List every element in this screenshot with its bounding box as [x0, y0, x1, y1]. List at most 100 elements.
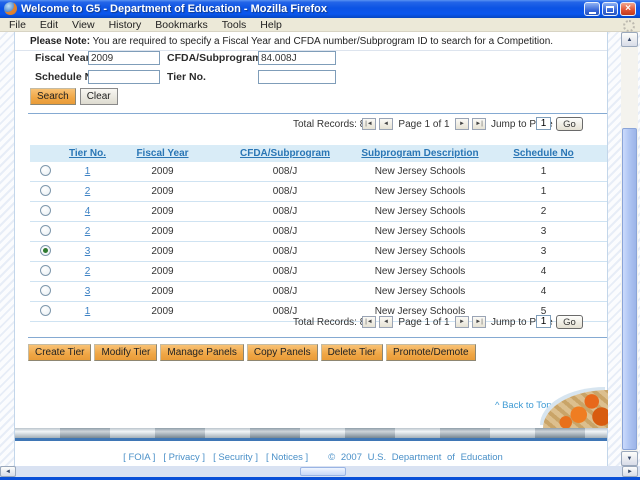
next-page-button[interactable]: ► — [455, 316, 469, 328]
first-page-button[interactable]: |◄ — [362, 118, 376, 130]
tier-radio[interactable] — [39, 264, 51, 276]
last-page-button[interactable]: ►| — [472, 316, 486, 328]
select-cell — [30, 284, 60, 299]
tier-link[interactable]: 3 — [85, 246, 91, 257]
tier-link[interactable]: 1 — [85, 166, 91, 177]
back-to-top-link[interactable]: ^ Back to Top — [495, 400, 552, 411]
divider — [28, 337, 607, 338]
minimize-button[interactable] — [584, 2, 600, 16]
notice-text: You are required to specify a Fiscal Yea… — [90, 36, 554, 47]
delete-tier-button[interactable]: Delete Tier — [320, 344, 383, 361]
footer-link-security[interactable]: [ Security ] — [213, 452, 258, 463]
menu-bar: File Edit View History Bookmarks Tools Help — [0, 18, 640, 32]
prev-page-button[interactable]: ◄ — [379, 118, 393, 130]
tier-radio[interactable] — [39, 304, 51, 316]
scroll-left-button[interactable]: ◄ — [0, 466, 16, 477]
next-page-button[interactable]: ► — [455, 118, 469, 130]
fiscal-year-cell: 2009 — [151, 286, 174, 297]
create-tier-button[interactable]: Create Tier — [28, 344, 92, 361]
column-header-link-fiscal-year[interactable]: Fiscal Year — [136, 148, 188, 159]
cfda-cell: 008/J — [272, 246, 298, 257]
description-cell: New Jersey Schools — [374, 206, 466, 217]
maximize-button[interactable] — [602, 2, 618, 16]
total-records-label: Total Records: 8 — [293, 317, 366, 328]
horizontal-scroll-thumb[interactable] — [300, 467, 346, 476]
jump-to-page-input[interactable] — [536, 315, 551, 328]
search-button[interactable]: Search — [30, 88, 76, 105]
footer-link-foia[interactable]: [ FOIA ] — [123, 452, 155, 463]
schedule-cell: 3 — [540, 226, 547, 237]
vertical-scrollbar[interactable]: ▲ ▼ — [621, 32, 638, 466]
vertical-scroll-thumb[interactable] — [622, 128, 637, 450]
table-row: 3 2009 008/J New Jersey Schools 4 — [30, 282, 607, 302]
column-header-link-subprogram-description[interactable]: Subprogram Description — [361, 148, 478, 159]
prev-page-button[interactable]: ◄ — [379, 316, 393, 328]
column-header-link-cfda-subprogram[interactable]: CFDA/Subprogram — [240, 148, 330, 159]
promote-demote-button[interactable]: Promote/Demote — [385, 344, 476, 361]
fiscal-year-cell: 2009 — [151, 206, 174, 217]
fiscal-year-cell: 2009 — [151, 266, 174, 277]
tier-radio[interactable] — [39, 184, 51, 196]
tier-radio[interactable] — [39, 204, 51, 216]
tier-link[interactable]: 2 — [85, 266, 91, 277]
table-row: 3 2009 008/J New Jersey Schools 3 — [30, 242, 607, 262]
tier-link[interactable]: 1 — [85, 306, 91, 317]
close-button[interactable]: × — [620, 2, 636, 16]
tier-cell: 1 — [60, 166, 115, 177]
tier-link[interactable]: 3 — [85, 286, 91, 297]
description-cell: New Jersey Schools — [374, 166, 466, 177]
scroll-right-button[interactable]: ► — [622, 466, 638, 477]
tier-link[interactable]: 2 — [85, 226, 91, 237]
cfda-cell: 008/J — [272, 206, 298, 217]
footer-blue-line — [15, 438, 607, 441]
last-page-button[interactable]: ►| — [472, 118, 486, 130]
clear-button[interactable]: Clear — [79, 88, 118, 105]
tier-radio[interactable] — [39, 224, 51, 236]
first-page-button[interactable]: |◄ — [362, 316, 376, 328]
menu-item-history[interactable]: History — [102, 19, 149, 31]
description-cell: New Jersey Schools — [374, 186, 466, 197]
tier-link[interactable]: 2 — [85, 186, 91, 197]
scroll-up-button[interactable]: ▲ — [621, 32, 638, 47]
fiscal-year-cell: 2009 — [151, 166, 174, 177]
modify-tier-button[interactable]: Modify Tier — [94, 344, 158, 361]
fiscal-year-cell: 2009 — [151, 306, 174, 317]
schedule-no-input[interactable] — [88, 70, 160, 84]
menu-item-file[interactable]: File — [2, 19, 33, 31]
fiscal-year-input[interactable] — [88, 51, 160, 65]
go-button[interactable]: Go — [556, 117, 583, 131]
footer-link-notices[interactable]: [ Notices ] — [266, 452, 308, 463]
menu-item-help[interactable]: Help — [253, 19, 289, 31]
tier-radio[interactable] — [39, 164, 51, 176]
column-header-link-schedule-no[interactable]: Schedule No — [513, 148, 574, 159]
arrow-up-icon: ▲ — [626, 36, 633, 43]
manage-panels-button[interactable]: Manage Panels — [160, 344, 244, 361]
jump-to-page-input[interactable] — [536, 117, 551, 130]
schedule-cell: 1 — [540, 186, 547, 197]
menu-item-tools[interactable]: Tools — [215, 19, 254, 31]
menu-item-edit[interactable]: Edit — [33, 19, 65, 31]
horizontal-scrollbar[interactable]: ◄ ► — [0, 466, 640, 477]
menu-item-bookmarks[interactable]: Bookmarks — [148, 19, 215, 31]
column-header-link-tier-no[interactable]: Tier No. — [69, 148, 106, 159]
title-bar: Welcome to G5 - Department of Education … — [0, 0, 640, 18]
schedule-cell: 4 — [540, 286, 547, 297]
tier-cell: 2 — [60, 266, 115, 277]
tier-radio[interactable] — [39, 244, 51, 256]
tier-no-input[interactable] — [258, 70, 336, 84]
menu-item-view[interactable]: View — [65, 19, 102, 31]
copyright-text: © 2007 U.S. Department of Education — [328, 452, 503, 463]
footer-link-privacy[interactable]: [ Privacy ] — [163, 452, 205, 463]
copy-panels-button[interactable]: Copy Panels — [246, 344, 318, 361]
total-records-label: Total Records: 8 — [293, 119, 366, 130]
footer-links: [ FOIA ] [ Privacy ] [ Security ] [ Notices… — [15, 452, 607, 463]
menu-items: File Edit View History Bookmarks Tools Help — [0, 18, 640, 31]
scroll-down-button[interactable]: ▼ — [621, 451, 638, 466]
table-header-row: Tier No. Fiscal Year CFDA/Subprogram Subpro… — [30, 145, 607, 162]
go-button[interactable]: Go — [556, 315, 583, 329]
cfda-subprogram-input[interactable] — [258, 51, 336, 65]
tier-radio[interactable] — [39, 284, 51, 296]
description-cell: New Jersey Schools — [374, 266, 466, 277]
cfda-cell: 008/J — [272, 186, 298, 197]
tier-link[interactable]: 4 — [85, 206, 91, 217]
